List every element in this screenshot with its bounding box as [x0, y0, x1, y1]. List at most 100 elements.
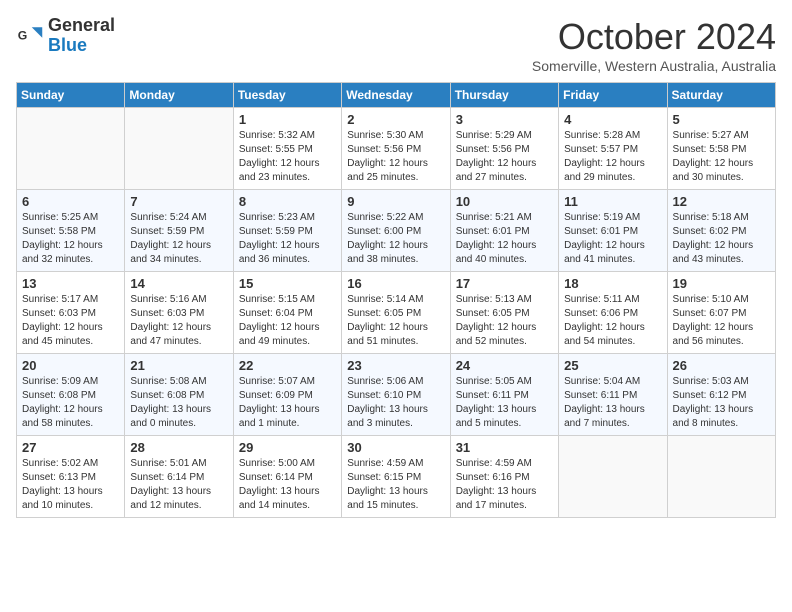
calendar-week-4: 20 Sunrise: 5:09 AM Sunset: 6:08 PM Dayli…	[17, 354, 776, 436]
calendar-cell: 19Sunrise: 5:10 AM Sunset: 6:07 PM Dayli…	[667, 272, 775, 354]
logo-blue-text: Blue	[48, 35, 87, 55]
calendar-week-2: 6 Sunrise: 5:25 AM Sunset: 5:58 PM Daylig…	[17, 190, 776, 272]
day-info: Sunrise: 5:07 AM Sunset: 6:09 PM Dayligh…	[239, 375, 336, 431]
calendar-week-1: 1 Sunrise: 5:32 AM Sunset: 5:55 PM Daylig…	[17, 108, 776, 190]
logo-general-text: General	[48, 15, 115, 35]
calendar-cell: 11Sunrise: 5:19 AM Sunset: 6:01 PM Dayli…	[559, 190, 667, 272]
day-header-saturday: Saturday	[667, 83, 775, 108]
day-number: 1	[239, 112, 336, 127]
day-number: 14	[130, 276, 227, 291]
day-header-monday: Monday	[125, 83, 233, 108]
day-number: 21	[130, 358, 227, 373]
day-number: 12	[673, 194, 770, 209]
day-info: Sunrise: 5:14 AM Sunset: 6:05 PM Dayligh…	[347, 293, 444, 349]
day-number: 7	[130, 194, 227, 209]
calendar-cell: 9 Sunrise: 5:22 AM Sunset: 6:00 PM Daylig…	[342, 190, 450, 272]
day-info: Sunrise: 5:09 AM Sunset: 6:08 PM Dayligh…	[22, 375, 119, 431]
day-number: 30	[347, 440, 444, 455]
day-info: Sunrise: 5:03 AM Sunset: 6:12 PM Dayligh…	[673, 375, 770, 431]
title-block: October 2024 Somerville, Western Austral…	[532, 16, 776, 74]
day-number: 31	[456, 440, 553, 455]
calendar-cell: 30 Sunrise: 4:59 AM Sunset: 6:15 PM Dayli…	[342, 436, 450, 518]
day-header-tuesday: Tuesday	[233, 83, 341, 108]
calendar-cell: 6 Sunrise: 5:25 AM Sunset: 5:58 PM Daylig…	[17, 190, 125, 272]
day-info: Sunrise: 5:23 AM Sunset: 5:59 PM Dayligh…	[239, 211, 336, 267]
day-info: Sunrise: 5:22 AM Sunset: 6:00 PM Dayligh…	[347, 211, 444, 267]
calendar-cell	[667, 436, 775, 518]
day-info: Sunrise: 5:05 AM Sunset: 6:11 PM Dayligh…	[456, 375, 553, 431]
calendar-cell: 4Sunrise: 5:28 AM Sunset: 5:57 PM Daylig…	[559, 108, 667, 190]
day-number: 11	[564, 194, 661, 209]
day-number: 9	[347, 194, 444, 209]
calendar-cell: 2Sunrise: 5:30 AM Sunset: 5:56 PM Daylig…	[342, 108, 450, 190]
calendar-cell: 21 Sunrise: 5:08 AM Sunset: 6:08 PM Dayli…	[125, 354, 233, 436]
day-number: 28	[130, 440, 227, 455]
day-number: 27	[22, 440, 119, 455]
page-header: G General Blue October 2024 Somerville, …	[16, 16, 776, 74]
calendar-cell: 29 Sunrise: 5:00 AM Sunset: 6:14 PM Dayli…	[233, 436, 341, 518]
calendar-cell	[17, 108, 125, 190]
calendar-cell: 15 Sunrise: 5:15 AM Sunset: 6:04 PM Dayli…	[233, 272, 341, 354]
day-header-friday: Friday	[559, 83, 667, 108]
day-info: Sunrise: 5:32 AM Sunset: 5:55 PM Dayligh…	[239, 129, 336, 185]
calendar-table: SundayMondayTuesdayWednesdayThursdayFrid…	[16, 82, 776, 518]
day-info: Sunrise: 5:02 AM Sunset: 6:13 PM Dayligh…	[22, 457, 119, 513]
day-info: Sunrise: 5:13 AM Sunset: 6:05 PM Dayligh…	[456, 293, 553, 349]
calendar-cell: 3 Sunrise: 5:29 AM Sunset: 5:56 PM Daylig…	[450, 108, 558, 190]
day-info: Sunrise: 5:15 AM Sunset: 6:04 PM Dayligh…	[239, 293, 336, 349]
calendar-cell	[125, 108, 233, 190]
location-subtitle: Somerville, Western Australia, Australia	[532, 58, 776, 74]
day-number: 23	[347, 358, 444, 373]
calendar-cell: 20 Sunrise: 5:09 AM Sunset: 6:08 PM Dayli…	[17, 354, 125, 436]
day-info: Sunrise: 5:24 AM Sunset: 5:59 PM Dayligh…	[130, 211, 227, 267]
day-info: Sunrise: 5:01 AM Sunset: 6:14 PM Dayligh…	[130, 457, 227, 513]
day-number: 6	[22, 194, 119, 209]
day-number: 4	[564, 112, 661, 127]
day-header-wednesday: Wednesday	[342, 83, 450, 108]
calendar-cell: 10 Sunrise: 5:21 AM Sunset: 6:01 PM Dayli…	[450, 190, 558, 272]
logo: G General Blue	[16, 16, 115, 56]
day-info: Sunrise: 5:04 AM Sunset: 6:11 PM Dayligh…	[564, 375, 661, 431]
calendar-cell: 12 Sunrise: 5:18 AM Sunset: 6:02 PM Dayli…	[667, 190, 775, 272]
day-number: 8	[239, 194, 336, 209]
day-number: 18	[564, 276, 661, 291]
day-number: 15	[239, 276, 336, 291]
logo-icon: G	[16, 22, 44, 50]
calendar-cell: 27 Sunrise: 5:02 AM Sunset: 6:13 PM Dayli…	[17, 436, 125, 518]
day-number: 17	[456, 276, 553, 291]
day-info: Sunrise: 5:10 AM Sunset: 6:07 PM Dayligh…	[673, 293, 770, 349]
day-number: 26	[673, 358, 770, 373]
day-number: 29	[239, 440, 336, 455]
day-info: Sunrise: 5:21 AM Sunset: 6:01 PM Dayligh…	[456, 211, 553, 267]
day-number: 24	[456, 358, 553, 373]
day-number: 13	[22, 276, 119, 291]
calendar-cell	[559, 436, 667, 518]
day-info: Sunrise: 5:08 AM Sunset: 6:08 PM Dayligh…	[130, 375, 227, 431]
day-number: 3	[456, 112, 553, 127]
day-number: 25	[564, 358, 661, 373]
calendar-cell: 28 Sunrise: 5:01 AM Sunset: 6:14 PM Dayli…	[125, 436, 233, 518]
day-number: 20	[22, 358, 119, 373]
day-info: Sunrise: 4:59 AM Sunset: 6:15 PM Dayligh…	[347, 457, 444, 513]
day-info: Sunrise: 5:29 AM Sunset: 5:56 PM Dayligh…	[456, 129, 553, 185]
day-info: Sunrise: 5:06 AM Sunset: 6:10 PM Dayligh…	[347, 375, 444, 431]
calendar-cell: 14Sunrise: 5:16 AM Sunset: 6:03 PM Dayli…	[125, 272, 233, 354]
day-number: 10	[456, 194, 553, 209]
calendar-cell: 22 Sunrise: 5:07 AM Sunset: 6:09 PM Dayli…	[233, 354, 341, 436]
calendar-cell: 7 Sunrise: 5:24 AM Sunset: 5:59 PM Daylig…	[125, 190, 233, 272]
day-number: 5	[673, 112, 770, 127]
day-header-thursday: Thursday	[450, 83, 558, 108]
calendar-header-row: SundayMondayTuesdayWednesdayThursdayFrid…	[17, 83, 776, 108]
day-header-sunday: Sunday	[17, 83, 125, 108]
day-info: Sunrise: 5:27 AM Sunset: 5:58 PM Dayligh…	[673, 129, 770, 185]
day-number: 22	[239, 358, 336, 373]
calendar-cell: 8 Sunrise: 5:23 AM Sunset: 5:59 PM Daylig…	[233, 190, 341, 272]
day-info: Sunrise: 5:11 AM Sunset: 6:06 PM Dayligh…	[564, 293, 661, 349]
day-info: Sunrise: 5:00 AM Sunset: 6:14 PM Dayligh…	[239, 457, 336, 513]
day-info: Sunrise: 4:59 AM Sunset: 6:16 PM Dayligh…	[456, 457, 553, 513]
calendar-cell: 31 Sunrise: 4:59 AM Sunset: 6:16 PM Dayli…	[450, 436, 558, 518]
svg-text:G: G	[18, 28, 28, 42]
day-info: Sunrise: 5:18 AM Sunset: 6:02 PM Dayligh…	[673, 211, 770, 267]
calendar-cell: 26 Sunrise: 5:03 AM Sunset: 6:12 PM Dayli…	[667, 354, 775, 436]
day-info: Sunrise: 5:25 AM Sunset: 5:58 PM Dayligh…	[22, 211, 119, 267]
